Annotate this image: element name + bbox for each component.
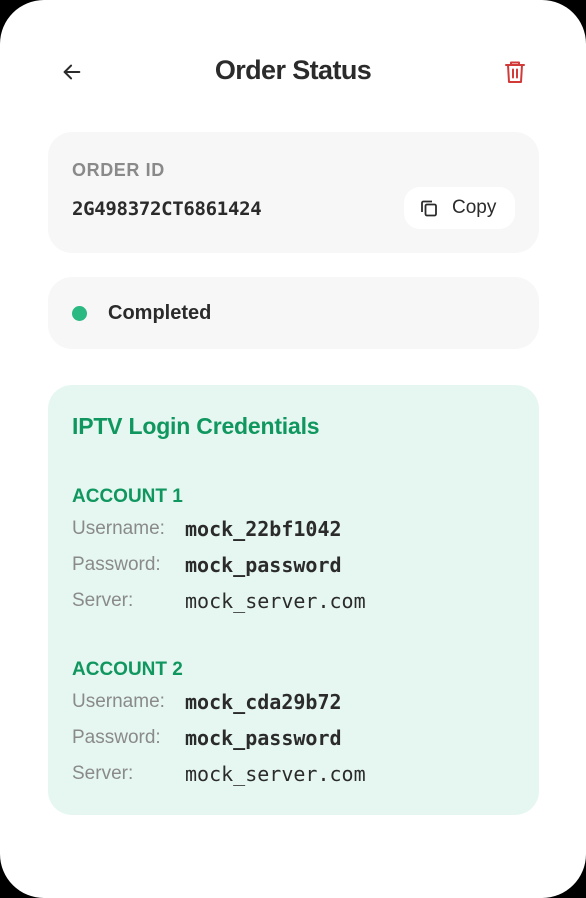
delete-button[interactable] bbox=[495, 52, 535, 92]
order-id-label: ORDER ID bbox=[72, 160, 165, 180]
password-label: Password: bbox=[72, 727, 161, 748]
server-value[interactable]: mock_server.com bbox=[185, 589, 366, 613]
account-block: ACCOUNT 1 Username: mock_22bf1042 Passwo… bbox=[72, 483, 522, 619]
password-value[interactable]: mock_password bbox=[185, 553, 342, 577]
username-row: Username: mock_22bf1042 bbox=[72, 511, 522, 547]
account-block: ACCOUNT 2 Username: mock_cda29b72 Passwo… bbox=[72, 656, 522, 792]
order-status-screen: Order Status ORDER ID 2G498372CT6861424 … bbox=[0, 0, 586, 898]
order-id-value: 2G498372CT6861424 bbox=[72, 198, 262, 220]
username-label: Username: bbox=[72, 518, 165, 539]
server-row: Server: mock_server.com bbox=[72, 583, 522, 619]
server-value[interactable]: mock_server.com bbox=[185, 762, 366, 786]
password-value[interactable]: mock_password bbox=[185, 726, 342, 750]
server-label: Server: bbox=[72, 590, 134, 611]
account-heading: ACCOUNT 1 bbox=[72, 486, 183, 507]
username-label: Username: bbox=[72, 691, 165, 712]
password-label: Password: bbox=[72, 554, 161, 575]
credentials-card: IPTV Login Credentials ACCOUNT 1 Usernam… bbox=[48, 385, 539, 815]
password-row: Password: mock_password bbox=[72, 720, 522, 756]
username-value[interactable]: mock_22bf1042 bbox=[185, 517, 342, 541]
username-row: Username: mock_cda29b72 bbox=[72, 684, 522, 720]
status-text: Completed bbox=[108, 302, 212, 324]
order-id-card: ORDER ID 2G498372CT6861424 Copy bbox=[48, 132, 539, 253]
credentials-title: IPTV Login Credentials bbox=[72, 413, 320, 439]
server-label: Server: bbox=[72, 763, 134, 784]
password-row: Password: mock_password bbox=[72, 547, 522, 583]
status-card: Completed bbox=[48, 277, 539, 349]
copy-label: Copy bbox=[452, 197, 497, 218]
trash-icon bbox=[505, 61, 525, 83]
server-row: Server: mock_server.com bbox=[72, 756, 522, 792]
copy-button[interactable]: Copy bbox=[404, 187, 515, 229]
copy-icon bbox=[418, 197, 440, 219]
username-value[interactable]: mock_cda29b72 bbox=[185, 690, 342, 714]
account-heading: ACCOUNT 2 bbox=[72, 659, 183, 680]
header: Order Status bbox=[0, 40, 586, 104]
status-dot bbox=[72, 306, 87, 321]
